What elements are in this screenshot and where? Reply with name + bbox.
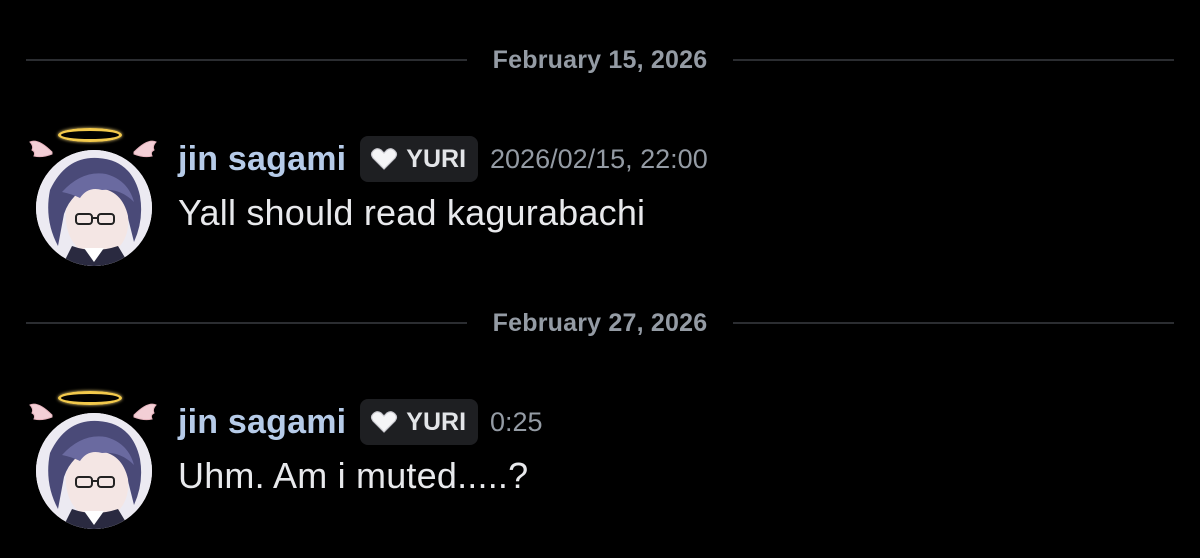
message-content: jin sagami YURI 2026/02/15, 22:00 Yall s… xyxy=(178,136,1178,234)
chat-log: February 15, 2026 jin sagami YURI 2026/0… xyxy=(0,0,1200,558)
username[interactable]: jin sagami xyxy=(178,140,346,179)
heart-icon xyxy=(371,148,398,170)
server-tag[interactable]: YURI xyxy=(360,399,479,445)
tag-label: YURI xyxy=(406,407,467,436)
message-text: Uhm. Am i muted.....? xyxy=(178,455,529,496)
right-wing-icon xyxy=(133,403,157,421)
tag-label: YURI xyxy=(406,144,467,173)
avatar[interactable] xyxy=(28,122,160,266)
server-tag[interactable]: YURI xyxy=(360,136,479,182)
timestamp[interactable]: 0:25 xyxy=(490,407,543,438)
message-header: jin sagami YURI 2026/02/15, 22:00 xyxy=(178,136,1178,182)
divider-line-left xyxy=(26,59,467,61)
date-divider: February 15, 2026 xyxy=(26,45,1174,75)
divider-date: February 15, 2026 xyxy=(492,45,708,74)
divider-date: February 27, 2026 xyxy=(492,308,708,337)
message[interactable]: jin sagami YURI 0:25 Uhm. Am i muted....… xyxy=(28,385,1178,529)
left-wing-icon xyxy=(29,403,53,421)
date-divider: February 27, 2026 xyxy=(26,308,1174,338)
right-wing-icon xyxy=(133,140,157,158)
divider-line-left xyxy=(26,322,467,324)
left-wing-icon xyxy=(29,140,53,158)
avatar-image[interactable] xyxy=(36,413,152,529)
avatar-portrait-icon xyxy=(36,150,152,266)
message-content: jin sagami YURI 0:25 Uhm. Am i muted....… xyxy=(178,399,1178,497)
halo-icon xyxy=(58,391,122,405)
message[interactable]: jin sagami YURI 2026/02/15, 22:00 Yall s… xyxy=(28,122,1178,266)
avatar-image[interactable] xyxy=(36,150,152,266)
divider-line-right xyxy=(733,59,1174,61)
message-header: jin sagami YURI 0:25 xyxy=(178,399,1178,445)
timestamp[interactable]: 2026/02/15, 22:00 xyxy=(490,144,708,175)
avatar[interactable] xyxy=(28,385,160,529)
halo-icon xyxy=(58,128,122,142)
heart-icon xyxy=(371,411,398,433)
message-text: Yall should read kagurabachi xyxy=(178,192,646,233)
username[interactable]: jin sagami xyxy=(178,403,346,442)
divider-line-right xyxy=(733,322,1174,324)
avatar-portrait-icon xyxy=(36,413,152,529)
